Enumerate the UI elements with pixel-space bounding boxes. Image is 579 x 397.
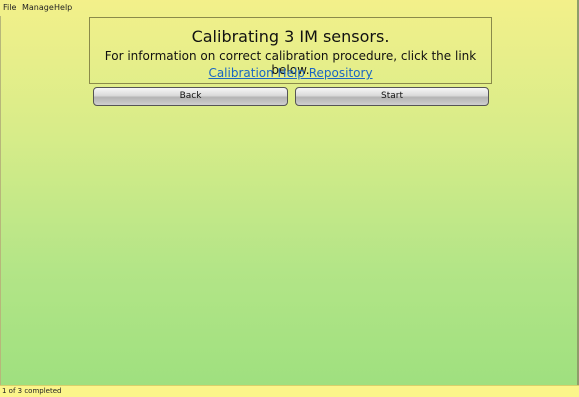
calibration-title: Calibrating 3 IM sensors. [191,27,390,46]
menu-file[interactable]: File [3,0,16,16]
menu-help[interactable]: Help [54,0,72,16]
calibration-info-panel: Calibrating 3 IM sensors. For informatio… [89,17,492,84]
status-text: 1 of 3 completed [2,387,62,395]
menu-bar: File Manage Help [0,0,579,16]
status-bar: 1 of 3 completed [0,385,579,397]
start-button[interactable]: Start [295,87,489,106]
app-window: File Manage Help Calibrating 3 IM sensor… [0,0,579,385]
window-left-edge [0,16,1,385]
menu-manage[interactable]: Manage [22,0,54,16]
back-button[interactable]: Back [93,87,288,106]
calibration-help-link[interactable]: Calibration Help Repository [90,66,491,80]
